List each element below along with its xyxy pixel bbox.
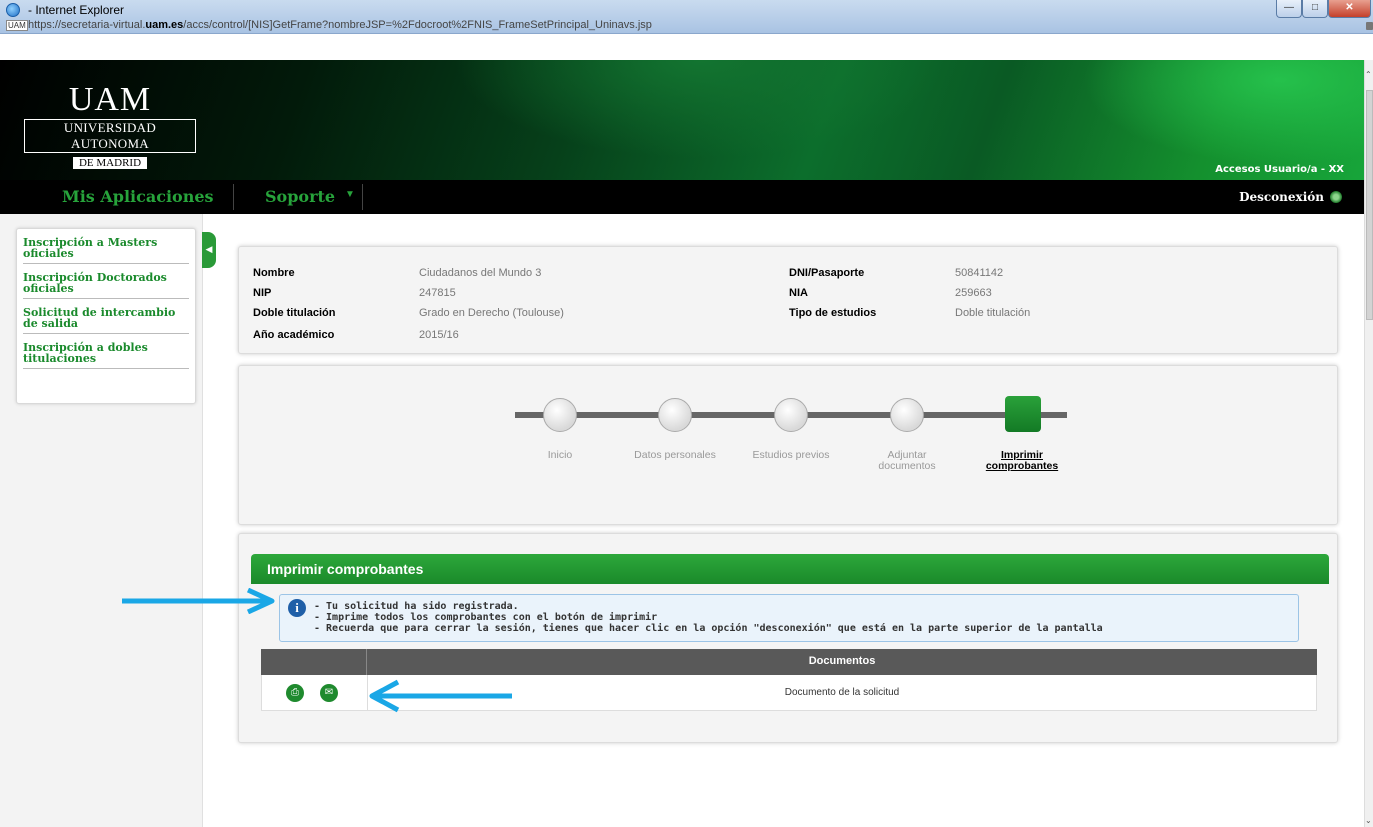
nav-divider <box>362 184 363 210</box>
documents-header: Documentos <box>808 655 876 667</box>
logout-link[interactable]: Desconexión <box>1239 190 1324 204</box>
alert-line-logout: - Recuerda que para cerrar la sesión, ti… <box>314 623 1103 634</box>
progress-steps-panel: Inicio Datos personales Estudios previos… <box>238 365 1338 525</box>
name-label: Nombre <box>253 267 295 279</box>
step-label-estudios[interactable]: Estudios previos <box>746 450 836 461</box>
header-banner: UAM UNIVERSIDAD AUTONOMA DE MADRID Acces… <box>0 60 1364 180</box>
scroll-down-icon[interactable]: ⌄ <box>1365 816 1372 825</box>
nav-soporte[interactable]: Soporte <box>265 187 335 206</box>
email-icon[interactable]: ✉ <box>320 684 338 702</box>
power-icon[interactable] <box>1330 191 1342 203</box>
sidebar-item-intercambio[interactable]: Solicitud de intercambio de salida <box>23 299 189 334</box>
nav-mis-aplicaciones[interactable]: Mis Aplicaciones <box>62 187 214 206</box>
alert-line-registered: - Tu solicitud ha sido registrada. <box>314 601 519 612</box>
print-icon[interactable]: ⎙ <box>286 684 304 702</box>
main-content: Nombre Ciudadanos del Mundo 3 NIP 247815… <box>232 240 1348 827</box>
nip-label: NIP <box>253 287 272 299</box>
info-icon: i <box>288 599 306 617</box>
sidebar-item-dobles[interactable]: Inscripción a dobles titulaciones <box>23 334 189 369</box>
double-degree-value: Grado en Derecho (Toulouse) <box>419 307 564 319</box>
nia-label: NIA <box>789 287 808 299</box>
scrollbar-thumb[interactable] <box>1366 90 1373 320</box>
name-value: Ciudadanos del Mundo 3 <box>419 267 542 279</box>
maximize-button[interactable]: □ <box>1302 0 1328 18</box>
step-current-marker[interactable] <box>1005 396 1041 432</box>
scroll-up-icon[interactable]: ⌃ <box>1365 70 1372 79</box>
study-type-value: Doble titulación <box>955 307 1031 319</box>
user-access-label: Accesos Usuario/a - XX <box>1215 164 1344 175</box>
minimize-button[interactable]: — <box>1276 0 1302 18</box>
nia-value: 259663 <box>955 287 992 299</box>
table-header: Documentos <box>261 649 1317 675</box>
double-degree-label: Doble titulación <box>253 307 336 319</box>
sidebar-item-masters[interactable]: Inscripción a Masters oficiales <box>23 229 189 264</box>
vertical-scrollbar[interactable]: ⌃ ⌄ <box>1364 60 1373 827</box>
alert-line-print: - Imprime todos los comprobantes con el … <box>314 612 658 623</box>
address-bar[interactable]: https://secretaria-virtual.uam.es/accs/c… <box>28 19 652 31</box>
chevron-down-icon[interactable]: ▼ <box>345 189 355 200</box>
nip-value: 247815 <box>419 287 456 299</box>
top-navbar: Mis Aplicaciones Soporte ▼ Desconexión <box>0 180 1364 214</box>
step-label-imprimir[interactable]: Imprimir comprobantes <box>977 450 1067 472</box>
academic-year-value: 2015/16 <box>419 329 459 341</box>
uam-logo[interactable]: UAM UNIVERSIDAD AUTONOMA DE MADRID <box>24 83 196 171</box>
print-panel-title: Imprimir comprobantes <box>251 554 1329 584</box>
actions-header-cell <box>261 649 367 675</box>
annotation-arrow-right-icon <box>122 588 275 614</box>
step-circle-adjuntar[interactable] <box>890 398 924 432</box>
sidebar-item-doctorados[interactable]: Inscripción Doctorados oficiales <box>23 264 189 299</box>
lock-icon <box>1366 22 1373 30</box>
student-info-panel: Nombre Ciudadanos del Mundo 3 NIP 247815… <box>238 246 1338 354</box>
step-circle-datos[interactable] <box>658 398 692 432</box>
site-favicon-icon: UAM <box>6 20 28 31</box>
collapse-sidebar-button[interactable]: ◀ <box>202 232 216 268</box>
browser-title-bar: - Internet Explorer UAM https://secretar… <box>0 0 1373 34</box>
academic-year-label: Año académico <box>253 329 335 341</box>
sidebar-menu: Inscripción a Masters oficiales Inscripc… <box>16 228 196 404</box>
step-label-inicio[interactable]: Inicio <box>515 450 605 461</box>
internet-explorer-icon <box>6 3 20 17</box>
dni-value: 50841142 <box>955 267 1004 279</box>
step-circle-estudios[interactable] <box>774 398 808 432</box>
step-label-adjuntar[interactable]: Adjuntar documentos <box>862 450 952 472</box>
window-title: - Internet Explorer <box>28 3 125 17</box>
row-actions-cell: ⎙ ✉ <box>262 675 368 710</box>
study-type-label: Tipo de estudios <box>789 307 877 319</box>
nav-divider <box>233 184 234 210</box>
info-alert: i - Tu solicitud ha sido registrada. - I… <box>279 594 1299 642</box>
annotation-arrow-left-icon <box>369 679 512 713</box>
step-circle-inicio[interactable] <box>543 398 577 432</box>
step-label-datos[interactable]: Datos personales <box>630 450 720 461</box>
dni-label: DNI/Pasaporte <box>789 267 865 279</box>
close-window-button[interactable]: ✕ <box>1328 0 1371 18</box>
